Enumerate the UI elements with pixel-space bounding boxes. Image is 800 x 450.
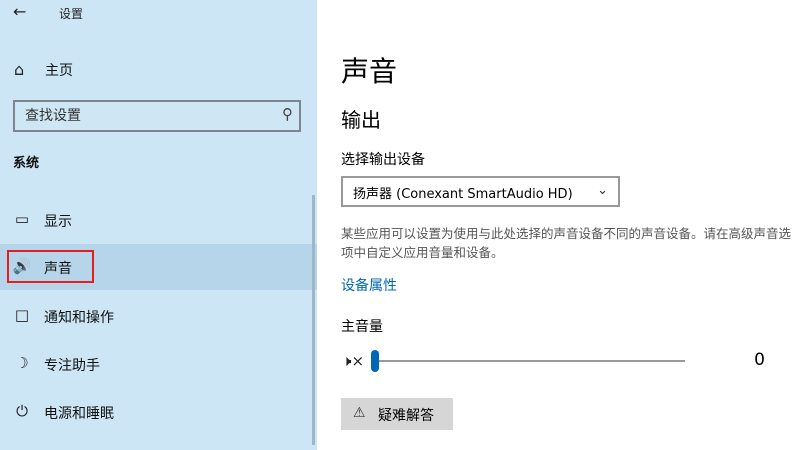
power-icon: ⏻ (16, 402, 28, 420)
page-title: 声音 (341, 55, 398, 88)
sidebar-item-label: 声音 (44, 261, 72, 277)
section-title-output: 输出 (341, 108, 381, 132)
slider-thumb[interactable] (371, 350, 379, 372)
sidebar-item-power-sleep[interactable]: ⏻ 电源和睡眠 (0, 389, 317, 435)
master-volume-label: 主音量 (341, 319, 383, 335)
app-title: 设置 (59, 7, 84, 21)
sidebar-item-label: 显示 (44, 214, 72, 230)
monitor-icon: ▭ (14, 210, 30, 228)
search-input[interactable] (15, 102, 265, 130)
message-icon: □ (14, 306, 30, 324)
speaker-icon: 🔊 (12, 257, 32, 275)
troubleshoot-button[interactable]: ⚠ 疑难解答 (341, 398, 453, 430)
troubleshoot-label: 疑难解答 (378, 407, 434, 423)
sidebar: ← 设置 ⌂ 主页 ⚲ 系统 ▭ 显示 🔊 声音 □ 通知和操作 ☽ 专注助手 … (0, 0, 317, 450)
output-device-dropdown[interactable]: 扬声器 (Conexant SmartAudio HD) ⌄ (341, 176, 620, 207)
slider-track (371, 360, 685, 362)
sidebar-scrollbar[interactable] (312, 195, 315, 445)
warning-icon: ⚠ (353, 404, 366, 420)
sidebar-item-label: 专注助手 (44, 358, 100, 374)
search-box[interactable]: ⚲ (13, 100, 301, 132)
output-device-label: 选择输出设备 (341, 152, 425, 168)
title-bar: ← 设置 (0, 0, 317, 26)
back-arrow-icon[interactable]: ← (13, 2, 26, 21)
output-device-value: 扬声器 (Conexant SmartAudio HD) (353, 187, 573, 202)
device-properties-link[interactable]: 设备属性 (341, 275, 397, 295)
search-icon[interactable]: ⚲ (282, 105, 293, 123)
sidebar-item-display[interactable]: ▭ 显示 (0, 197, 317, 243)
sidebar-item-label: 电源和睡眠 (44, 406, 114, 422)
speaker-mute-icon[interactable]: 🕨× (342, 352, 364, 370)
volume-value: 0 (754, 350, 765, 370)
sidebar-item-focus-assist[interactable]: ☽ 专注助手 (0, 341, 317, 387)
output-description: 某些应用可以设置为使用与此处选择的声音设备不同的声音设备。请在高级声音选项中自定… (341, 226, 792, 260)
sidebar-item-home[interactable]: ⌂ 主页 (0, 56, 317, 84)
sidebar-item-sound[interactable]: 🔊 声音 (0, 244, 317, 290)
sidebar-item-label: 主页 (45, 63, 73, 79)
chevron-down-icon: ⌄ (597, 183, 608, 198)
volume-slider[interactable] (371, 348, 685, 374)
sidebar-item-notifications[interactable]: □ 通知和操作 (0, 293, 317, 339)
group-title: 系统 (13, 156, 40, 171)
main-content: 声音 输出 选择输出设备 扬声器 (Conexant SmartAudio HD… (317, 0, 800, 450)
moon-icon: ☽ (15, 354, 29, 372)
home-icon: ⌂ (14, 60, 25, 79)
sidebar-item-label: 通知和操作 (44, 310, 114, 326)
